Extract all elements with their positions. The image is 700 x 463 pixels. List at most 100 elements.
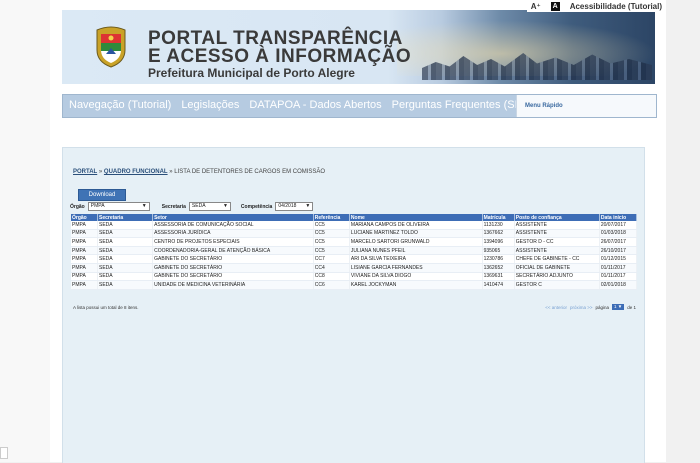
- table-row: PMPA SEDA UNIDADE DE MEDICINA VETERINÁRIA C…: [71, 280, 638, 290]
- table-cell: 1230786: [482, 254, 515, 264]
- table-cell: SEDA: [97, 237, 154, 247]
- column-header[interactable]: Data início: [599, 214, 638, 221]
- table-cell: PMPA: [71, 221, 99, 230]
- table-cell: 01/11/2017: [599, 263, 638, 273]
- pagination: << anterior próxima >> página 1 ▼ de 1: [545, 304, 636, 310]
- table-cell: SEDA: [97, 280, 154, 290]
- table-cell: PMPA: [71, 229, 99, 239]
- table-cell: SEDA: [97, 254, 154, 264]
- nav-item-tutorial[interactable]: Navegação (Tutorial): [69, 99, 171, 111]
- table-cell: SEDA: [97, 263, 154, 273]
- filter-bar: Órgão PMPA ▼ Secretaria SEDA ▼ Competência…: [70, 202, 314, 211]
- competencia-label: Competência: [240, 203, 273, 210]
- quick-menu-button[interactable]: Menu Rápido: [516, 95, 656, 117]
- table-cell: GABINETE DO SECRETÁRIO: [152, 272, 314, 282]
- table-row: PMPA SEDA GABINETE DO SECRETÁRIO CC8 VIVIANE…: [71, 272, 638, 282]
- table-cell: 01/03/2018: [599, 229, 638, 239]
- main-nav: Navegação (Tutorial) Legislações DATAPOA…: [62, 94, 657, 118]
- table-cell: PMPA: [71, 254, 99, 264]
- chevron-down-icon: ▼: [222, 203, 228, 209]
- table-row: PMPA SEDA GABINETE DO SECRETÁRIO CC7 ARI DA …: [71, 254, 638, 264]
- table-row: PMPA SEDA CENTRO DE PROJETOS ESPECIAIS CC5 M…: [71, 237, 638, 247]
- nav-item-legislacoes[interactable]: Legislações: [181, 99, 239, 111]
- portal-subtitle: Prefeitura Municipal de Porto Alegre: [148, 66, 355, 80]
- table-cell: GESTOR D - CC: [514, 237, 600, 247]
- competencia-select[interactable]: 04/2018 ▼: [275, 202, 314, 211]
- table-cell: MARCELO SARTORI GRUNWALD: [349, 237, 483, 247]
- table-cell: SEDA: [97, 272, 154, 282]
- table-cell: PMPA: [71, 237, 99, 247]
- table-cell: VIVIANE DA SILVA DIOGO: [349, 272, 483, 282]
- table-cell: 20/07/2017: [599, 221, 638, 230]
- download-button[interactable]: Download: [78, 189, 126, 201]
- accessibility-bar: A⁺ A Acessibilidade (Tutorial): [526, 0, 666, 12]
- secretaria-label: Secretaria: [161, 203, 186, 210]
- table-cell: CC7: [313, 254, 350, 264]
- table-cell: CC5: [313, 246, 350, 256]
- breadcrumb-section-link[interactable]: QUADRO FUNCIONAL: [104, 169, 168, 175]
- column-header[interactable]: Secretaria: [97, 214, 154, 221]
- table-cell: MARIANA CAMPOS DE OLIVEIRA: [349, 221, 483, 230]
- positions-table: Órgão Secretaria Setor Referência Nome Matríc…: [71, 214, 638, 290]
- secretaria-select[interactable]: SEDA ▼: [188, 202, 231, 211]
- table-cell: LISIANE GARCIA FERNANDES: [349, 263, 483, 273]
- orgao-select[interactable]: PMPA ▼: [87, 202, 150, 211]
- table-cell: GABINETE DO SECRETÁRIO: [152, 263, 314, 273]
- font-size-toggle[interactable]: A⁺: [531, 2, 541, 11]
- page-select[interactable]: 1 ▼: [612, 304, 625, 310]
- table-row: PMPA SEDA ASSESSORIA DE COMUNICAÇÃO SOCIAL…: [71, 221, 638, 230]
- column-header[interactable]: Órgão: [71, 214, 99, 221]
- city-coat-of-arms-icon: [96, 26, 126, 68]
- breadcrumb-current: LISTA DE DETENTORES DE CARGOS EM COMISSÃ…: [174, 169, 326, 175]
- column-header[interactable]: Setor: [152, 214, 314, 221]
- table-row: PMPA SEDA GABINETE DO SECRETÁRIO CC4 LISIANE…: [71, 263, 638, 273]
- column-header[interactable]: Referência: [313, 214, 350, 221]
- table-cell: 1367662: [482, 229, 515, 239]
- table-cell: 26/10/2017: [599, 246, 638, 256]
- table-cell: CHEFE DE GABINETE - CC: [514, 254, 600, 264]
- left-panel: [0, 0, 51, 462]
- table-cell: 1369631: [482, 272, 515, 282]
- table-cell: CC5: [313, 221, 350, 230]
- table-cell: CENTRO DE PROJETOS ESPECIAIS: [152, 237, 314, 247]
- table-cell: CC6: [313, 280, 350, 290]
- table-cell: 1131230: [482, 221, 515, 230]
- table-cell: SEDA: [97, 229, 154, 239]
- table-cell: ASSISTENTE: [514, 229, 600, 239]
- table-row: PMPA SEDA COORDENADORIA-GERAL DE ATENÇÃO B…: [71, 246, 638, 256]
- table-cell: CC4: [313, 263, 350, 273]
- table-cell: ARI DA SILVA TEIXEIRA: [349, 254, 483, 264]
- table-cell: ASSESSORIA JURÍDICA: [152, 229, 314, 239]
- column-header[interactable]: Matrícula: [482, 214, 515, 221]
- table-cell: PMPA: [71, 280, 99, 290]
- column-header[interactable]: Posto de confiança: [514, 214, 600, 221]
- column-header[interactable]: Nome: [349, 214, 483, 221]
- panel-handle[interactable]: [0, 447, 8, 459]
- table-cell: ASSISTENTE: [514, 246, 600, 256]
- table-cell: 935065: [482, 246, 515, 256]
- table-cell: PMPA: [71, 272, 99, 282]
- next-page-link[interactable]: próxima >>: [570, 305, 593, 310]
- nav-item-datapoa[interactable]: DATAPOA - Dados Abertos: [249, 99, 381, 111]
- table-cell: 1362652: [482, 263, 515, 273]
- prev-page-link[interactable]: << anterior: [545, 305, 567, 310]
- table-cell: 01/11/2017: [599, 272, 638, 282]
- table-cell: 1410474: [482, 280, 515, 290]
- table-cell: SEDA: [97, 246, 154, 256]
- page-shell: PORTAL TRANSPARÊNCIA E ACESSO À INFORMAÇ…: [50, 0, 666, 463]
- accessibility-link[interactable]: Acessibilidade (Tutorial): [570, 2, 662, 11]
- chevron-down-icon: ▼: [141, 203, 147, 209]
- table-cell: OFICIAL DE GABINETE: [514, 263, 600, 273]
- breadcrumb: PORTAL » QUADRO FUNCIONAL » LISTA DE DET…: [73, 169, 325, 175]
- table-cell: GABINETE DO SECRETÁRIO: [152, 254, 314, 264]
- nav-item-faq[interactable]: Perguntas Frequentes (SIC): [392, 99, 530, 111]
- table-cell: KAREL JOCKYMAN: [349, 280, 483, 290]
- accessibility-icon[interactable]: A: [550, 1, 560, 11]
- breadcrumb-separator: »: [169, 169, 173, 175]
- table-cell: COORDENADORIA-GERAL DE ATENÇÃO BÁSICA: [152, 246, 314, 256]
- breadcrumb-portal-link[interactable]: PORTAL: [73, 169, 97, 175]
- table-cell: CC8: [313, 272, 350, 282]
- table-cell: CC5: [313, 229, 350, 239]
- table-cell: JULIANA NUNES PFEIL: [349, 246, 483, 256]
- page-label: página: [595, 304, 609, 310]
